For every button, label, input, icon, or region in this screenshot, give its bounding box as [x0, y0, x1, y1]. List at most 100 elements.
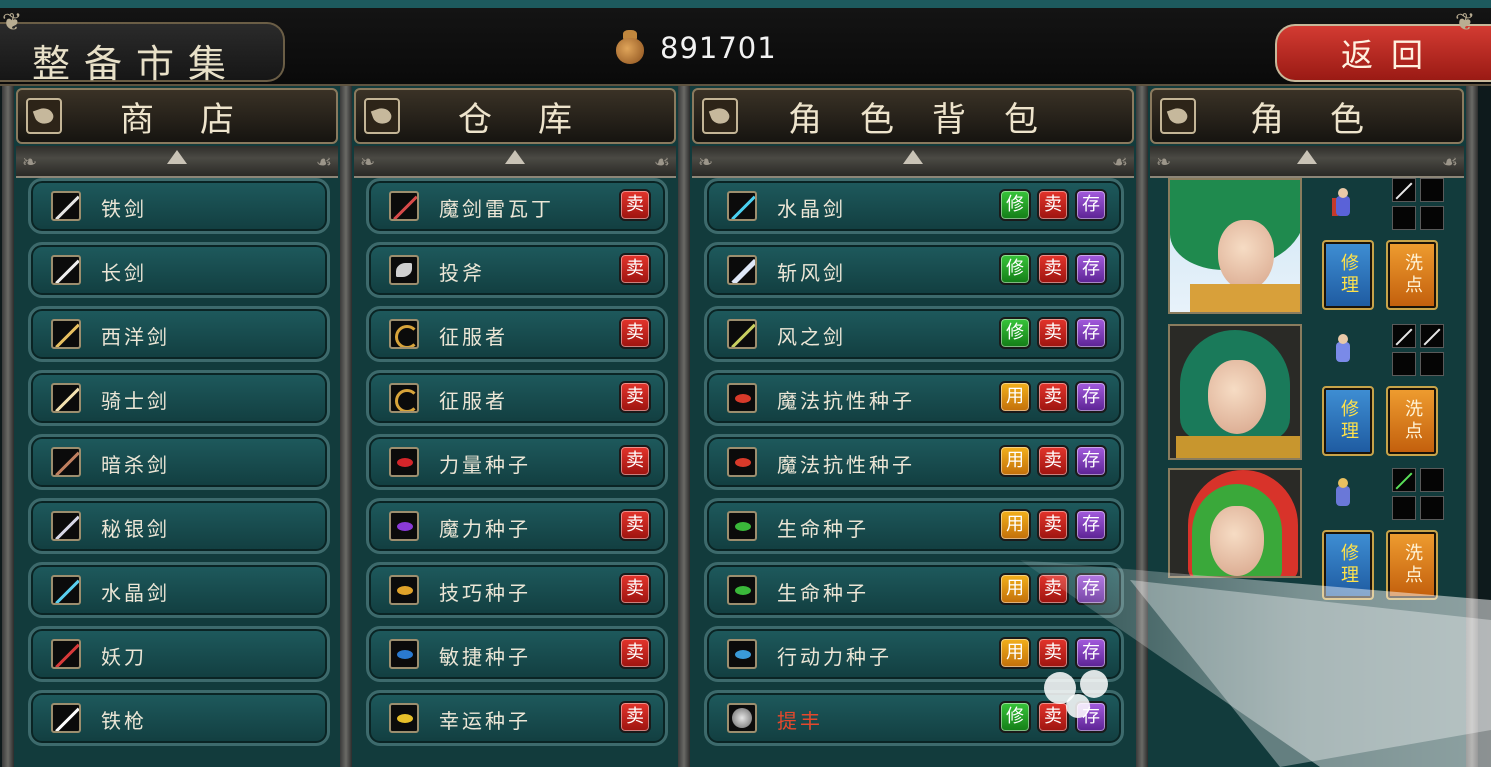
bag-item-row[interactable]: 风之剑 修卖存 — [704, 306, 1124, 362]
repair-button[interactable]: 修 — [999, 701, 1031, 733]
equip-slot[interactable] — [1420, 496, 1444, 520]
equip-slot[interactable] — [1420, 206, 1444, 230]
shop-item-row[interactable]: 暗杀剑 — [28, 434, 330, 490]
character-portrait[interactable] — [1168, 178, 1302, 314]
bag-item-row[interactable]: 生命种子 用卖存 — [704, 562, 1124, 618]
sell-button[interactable]: 卖 — [1037, 253, 1069, 285]
use-button[interactable]: 用 — [999, 445, 1031, 477]
reset-points-button[interactable]: 洗点 — [1386, 240, 1438, 310]
sell-button[interactable]: 卖 — [1037, 381, 1069, 413]
storage-item-row[interactable]: 敏捷种子 卖 — [366, 626, 668, 682]
bag-item-row[interactable]: 行动力种子 用卖存 — [704, 626, 1124, 682]
equip-slot[interactable] — [1392, 178, 1416, 202]
repair-all-button[interactable]: 修理 — [1322, 240, 1374, 310]
storage-item-row[interactable]: 征服者 卖 — [366, 306, 668, 362]
shop-item-row[interactable]: 妖刀 — [28, 626, 330, 682]
store-button[interactable]: 存 — [1075, 445, 1107, 477]
storage-item-row[interactable]: 投斧 卖 — [366, 242, 668, 298]
bag-item-row[interactable]: 提丰 修卖存 — [704, 690, 1124, 746]
bag-item-row[interactable]: 斩风剑 修卖存 — [704, 242, 1124, 298]
scroll-up-icon[interactable] — [903, 150, 923, 164]
store-button[interactable]: 存 — [1075, 637, 1107, 669]
reset-points-button[interactable]: 洗点 — [1386, 386, 1438, 456]
shop-item-row[interactable]: 西洋剑 — [28, 306, 330, 362]
character-portrait[interactable] — [1168, 468, 1302, 578]
storage-item-row[interactable]: 魔力种子 卖 — [366, 498, 668, 554]
bag-item-row[interactable]: 魔法抗性种子 用卖存 — [704, 370, 1124, 426]
sell-button[interactable]: 卖 — [619, 445, 651, 477]
leaf-emblem-icon — [26, 98, 62, 134]
shop-item-row[interactable]: 铁剑 — [28, 178, 330, 234]
repair-all-button[interactable]: 修理 — [1322, 386, 1374, 456]
use-button[interactable]: 用 — [999, 637, 1031, 669]
equip-slot[interactable] — [1392, 206, 1416, 230]
storage-item-row[interactable]: 力量种子 卖 — [366, 434, 668, 490]
item-name: 征服者 — [439, 325, 508, 349]
storage-item-row[interactable]: 幸运种子 卖 — [366, 690, 668, 746]
repair-button[interactable]: 修 — [999, 253, 1031, 285]
sell-button[interactable]: 卖 — [1037, 637, 1069, 669]
store-button[interactable]: 存 — [1075, 253, 1107, 285]
item-name: 提丰 — [777, 709, 823, 733]
sell-button[interactable]: 卖 — [619, 253, 651, 285]
sell-button[interactable]: 卖 — [619, 381, 651, 413]
sell-button[interactable]: 卖 — [619, 701, 651, 733]
equip-slot[interactable] — [1392, 468, 1416, 492]
use-button[interactable]: 用 — [999, 509, 1031, 541]
item-name: 妖刀 — [101, 645, 147, 669]
use-button[interactable]: 用 — [999, 381, 1031, 413]
bag-item-row[interactable]: 生命种子 用卖存 — [704, 498, 1124, 554]
shop-item-row[interactable]: 秘银剑 — [28, 498, 330, 554]
sell-button[interactable]: 卖 — [1037, 445, 1069, 477]
equip-slot[interactable] — [1420, 352, 1444, 376]
seed-icon — [389, 575, 419, 605]
sell-button[interactable]: 卖 — [1037, 189, 1069, 221]
scroll-up-icon[interactable] — [1297, 150, 1317, 164]
storage-item-row[interactable]: 技巧种子 卖 — [366, 562, 668, 618]
reset-points-button[interactable]: 洗点 — [1386, 530, 1438, 600]
equip-slot[interactable] — [1420, 324, 1444, 348]
shop-item-row[interactable]: 水晶剑 — [28, 562, 330, 618]
sell-button[interactable]: 卖 — [1037, 509, 1069, 541]
use-button[interactable]: 用 — [999, 573, 1031, 605]
storage-item-row[interactable]: 征服者 卖 — [366, 370, 668, 426]
store-button[interactable]: 存 — [1075, 701, 1107, 733]
equip-slot[interactable] — [1392, 352, 1416, 376]
equip-slot[interactable] — [1420, 178, 1444, 202]
shop-item-row[interactable]: 长剑 — [28, 242, 330, 298]
sell-button[interactable]: 卖 — [619, 509, 651, 541]
sword-icon — [51, 383, 81, 413]
equip-slot[interactable] — [1392, 496, 1416, 520]
character-portrait[interactable] — [1168, 324, 1302, 460]
shop-item-row[interactable]: 铁枪 — [28, 690, 330, 746]
scroll-up-icon[interactable] — [167, 150, 187, 164]
item-name: 技巧种子 — [439, 581, 531, 605]
repair-button[interactable]: 修 — [999, 189, 1031, 221]
repair-button[interactable]: 修 — [999, 317, 1031, 349]
storage-item-row[interactable]: 魔剑雷瓦丁 卖 — [366, 178, 668, 234]
sell-button[interactable]: 卖 — [1037, 701, 1069, 733]
store-button[interactable]: 存 — [1075, 573, 1107, 605]
store-button[interactable]: 存 — [1075, 509, 1107, 541]
sell-button[interactable]: 卖 — [619, 637, 651, 669]
repair-all-button[interactable]: 修理 — [1322, 530, 1374, 600]
shop-item-row[interactable]: 骑士剑 — [28, 370, 330, 426]
equipment-slots — [1392, 178, 1444, 230]
unit-sprite-icon — [1326, 330, 1360, 370]
frame-divider — [340, 86, 352, 767]
equip-slot[interactable] — [1392, 324, 1416, 348]
sell-button[interactable]: 卖 — [1037, 317, 1069, 349]
bag-item-row[interactable]: 魔法抗性种子 用卖存 — [704, 434, 1124, 490]
sell-button[interactable]: 卖 — [1037, 573, 1069, 605]
sell-button[interactable]: 卖 — [619, 573, 651, 605]
sell-button[interactable]: 卖 — [619, 189, 651, 221]
leaf-emblem-icon — [364, 98, 400, 134]
store-button[interactable]: 存 — [1075, 189, 1107, 221]
equip-slot[interactable] — [1420, 468, 1444, 492]
sell-button[interactable]: 卖 — [619, 317, 651, 349]
bag-item-row[interactable]: 水晶剑 修卖存 — [704, 178, 1124, 234]
store-button[interactable]: 存 — [1075, 381, 1107, 413]
store-button[interactable]: 存 — [1075, 317, 1107, 349]
item-name: 水晶剑 — [101, 581, 170, 605]
scroll-up-icon[interactable] — [505, 150, 525, 164]
